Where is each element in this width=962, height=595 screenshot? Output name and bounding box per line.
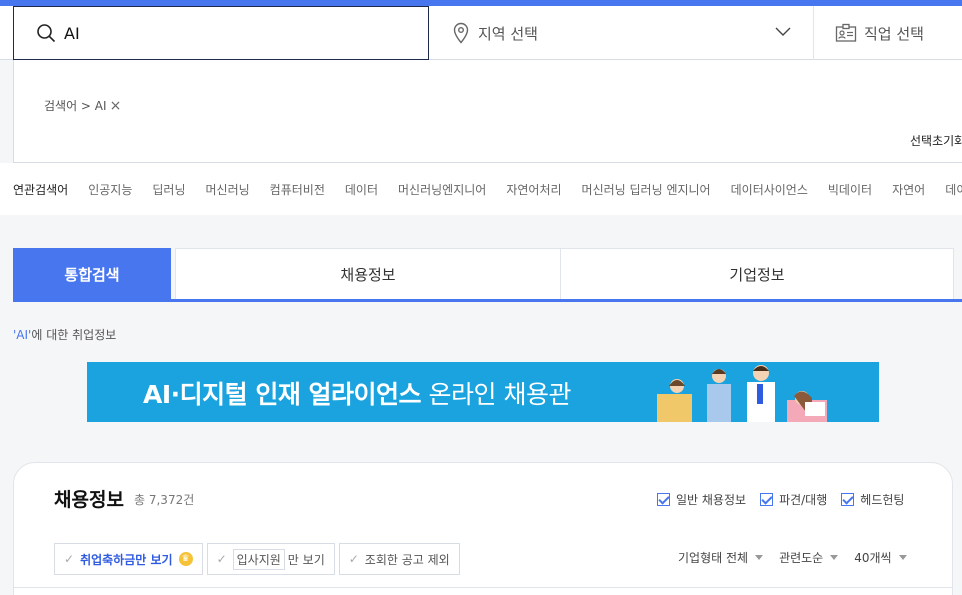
related-keyword[interactable]: 머신러닝엔지니어 [398, 181, 486, 198]
id-card-icon [835, 23, 857, 42]
caret-down-icon [755, 555, 764, 560]
region-select-label: 지역 선택 [478, 24, 538, 43]
check-icon: ✓ [64, 552, 75, 566]
caret-down-icon [898, 555, 907, 560]
job-select[interactable]: 직업 선택 [815, 6, 962, 60]
reset-filters-button[interactable]: 선택초기화 [910, 132, 962, 149]
banner-bold-text: AI·디지털 인재 얼라이언스 [143, 380, 422, 409]
related-keyword[interactable]: 딥러닝 [152, 181, 185, 198]
related-keyword[interactable]: 자연어 [892, 181, 925, 198]
job-info-card: 채용정보 총 7,372건 일반 채용정보 파견/대행 헤드헌팅 ✓ 취업축하금… [13, 462, 953, 595]
selected-filter-box: 검색어 > AI × 선택초기화 [13, 60, 962, 163]
crown-icon: ♛ [178, 552, 193, 566]
related-keyword[interactable]: 자연어처리 [506, 181, 561, 198]
search-tabs: 통합검색 채용정보 기업정보 [13, 248, 962, 302]
related-keyword[interactable]: 데이터 [945, 181, 962, 198]
filter-tag-keyword: 검색어 > AI × [44, 97, 121, 114]
result-count: 총 7,372건 [134, 493, 195, 507]
checkbox-checked-icon [760, 493, 774, 506]
checkbox-general[interactable]: 일반 채용정보 [657, 491, 746, 508]
caret-down-icon [830, 555, 839, 560]
search-bar: AI 지역 선택 직업 선택 [0, 6, 962, 60]
apply-suffix: 만 보기 [287, 552, 325, 567]
related-keyword[interactable]: 컴퓨터비전 [270, 181, 325, 198]
result-suffix: 에 대한 취업정보 [31, 328, 117, 342]
page-size-label: 40개씩 [854, 551, 892, 565]
checkbox-headhunting[interactable]: 헤드헌팅 [841, 491, 904, 508]
related-keywords-title: 연관검색어 [13, 182, 69, 197]
checkbox-checked-icon [841, 493, 855, 506]
filter-tag-label: 검색어 > AI [44, 99, 107, 113]
related-keywords-bar: 연관검색어 인공지능 딥러닝 머신러닝 컴퓨터비전 데이터 머신러닝엔지니어 자… [0, 163, 962, 215]
sort-order-label: 관련도순 [779, 551, 824, 565]
celebration-bonus-filter[interactable]: ✓ 취업축하금만 보기 ♛ [54, 543, 203, 575]
apply-tag: 입사지원 [232, 548, 285, 570]
apply-only-filter[interactable]: ✓ 입사지원 만 보기 [206, 543, 335, 575]
quick-filters: ✓ 취업축하금만 보기 ♛ ✓ 입사지원 만 보기 ✓ 조회한 공고 제외 [54, 543, 460, 575]
exclude-viewed-filter[interactable]: ✓ 조회한 공고 제외 [338, 543, 460, 575]
related-keyword[interactable]: 데이터 [345, 181, 378, 198]
exclude-viewed-label: 조회한 공고 제외 [364, 552, 450, 567]
result-description: 'AI'에 대한 취업정보 [13, 326, 116, 343]
related-keyword[interactable]: 머신러닝 [206, 181, 250, 198]
tab-company-info[interactable]: 기업정보 [561, 248, 954, 299]
job-type-checkboxes: 일반 채용정보 파견/대행 헤드헌팅 [657, 491, 904, 508]
sort-order-dropdown[interactable]: 관련도순 [779, 549, 839, 566]
banner-text: AI·디지털 인재 얼라이언스 온라인 채용관 [143, 375, 571, 411]
section-title: 채용정보 [54, 489, 124, 511]
keyword-search-field[interactable]: AI [13, 6, 429, 60]
related-keyword[interactable]: 데이터사이언스 [731, 181, 808, 198]
checkbox-label: 일반 채용정보 [676, 493, 747, 507]
banner-normal-text: 온라인 채용관 [421, 380, 572, 409]
related-keyword[interactable]: 빅데이터 [828, 181, 872, 198]
tab-job-info[interactable]: 채용정보 [175, 248, 561, 299]
remove-filter-icon[interactable]: × [110, 98, 122, 114]
checkbox-label: 헤드헌팅 [860, 493, 905, 507]
search-keyword[interactable]: AI [64, 24, 80, 43]
company-type-label: 기업형태 전체 [678, 551, 749, 565]
job-select-label: 직업 선택 [864, 24, 924, 43]
checkbox-label: 파견/대행 [779, 493, 828, 507]
sort-options: 기업형태 전체 관련도순 40개씩 [678, 549, 907, 566]
check-icon: ✓ [348, 552, 359, 566]
checkbox-checked-icon [657, 493, 670, 506]
location-pin-icon [453, 22, 469, 44]
related-keyword[interactable]: 머신러닝 딥러닝 엔지니어 [582, 181, 711, 198]
check-icon: ✓ [216, 552, 227, 566]
chevron-down-icon [775, 27, 791, 36]
related-keyword[interactable]: 인공지능 [88, 181, 132, 198]
search-icon [37, 24, 56, 43]
promo-banner[interactable]: AI·디지털 인재 얼라이언스 온라인 채용관 [87, 362, 879, 422]
banner-illustration [657, 365, 827, 422]
company-type-dropdown[interactable]: 기업형태 전체 [678, 549, 764, 566]
divider [14, 587, 952, 588]
tab-integrated-search[interactable]: 통합검색 [13, 248, 171, 299]
celebration-bonus-label: 취업축하금만 보기 [80, 552, 173, 567]
page-size-dropdown[interactable]: 40개씩 [854, 549, 907, 566]
checkbox-dispatch[interactable]: 파견/대행 [760, 491, 827, 508]
region-select[interactable]: 지역 선택 [430, 6, 814, 60]
result-query: 'AI' [13, 328, 32, 342]
